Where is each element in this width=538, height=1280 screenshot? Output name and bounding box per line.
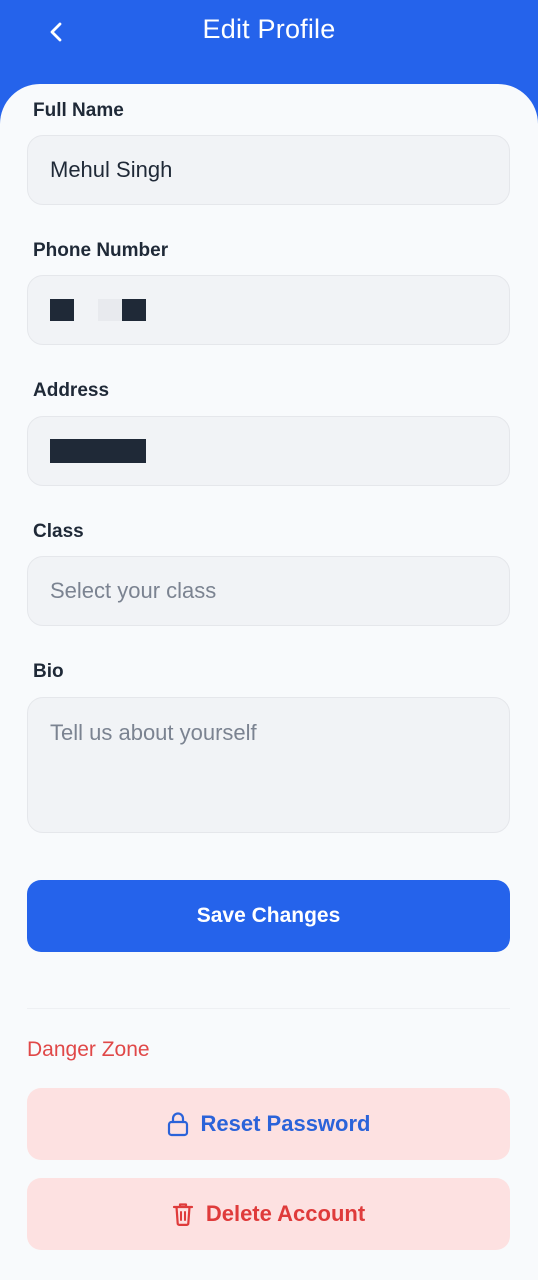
full-name-field[interactable]: Mehul Singh	[27, 135, 510, 205]
full-name-label: Full Name	[33, 100, 124, 121]
bio-placeholder: Tell us about yourself	[50, 720, 257, 745]
address-redacted-value	[50, 439, 146, 463]
address-label: Address	[33, 380, 110, 401]
delete-account-button[interactable]: Delete Account	[27, 1178, 510, 1250]
address-field[interactable]	[27, 416, 510, 486]
class-select[interactable]: Select your class	[27, 556, 510, 626]
phone-number-label: Phone Number	[33, 240, 169, 261]
reset-password-button[interactable]: Reset Password	[27, 1088, 510, 1160]
trash-icon	[172, 1201, 194, 1227]
bio-label: Bio	[33, 661, 64, 682]
redaction-block	[50, 299, 74, 321]
class-placeholder: Select your class	[50, 578, 217, 603]
redaction-block	[122, 299, 146, 321]
divider	[27, 1008, 510, 1009]
full-name-value: Mehul Singh	[50, 157, 173, 182]
save-changes-button[interactable]: Save Changes	[27, 880, 510, 952]
bio-textarea[interactable]: Tell us about yourself	[27, 697, 510, 833]
delete-account-label: Delete Account	[205, 1201, 366, 1226]
danger-zone-title: Danger Zone	[27, 1038, 150, 1061]
reset-password-label: Reset Password	[200, 1111, 371, 1136]
phone-number-field[interactable]	[27, 275, 510, 345]
phone-redacted-value	[50, 299, 146, 321]
class-label: Class	[33, 521, 84, 542]
save-changes-label: Save Changes	[196, 904, 341, 927]
redaction-block	[98, 299, 122, 321]
page-title: Edit Profile	[202, 14, 336, 44]
lock-icon	[167, 1111, 189, 1137]
